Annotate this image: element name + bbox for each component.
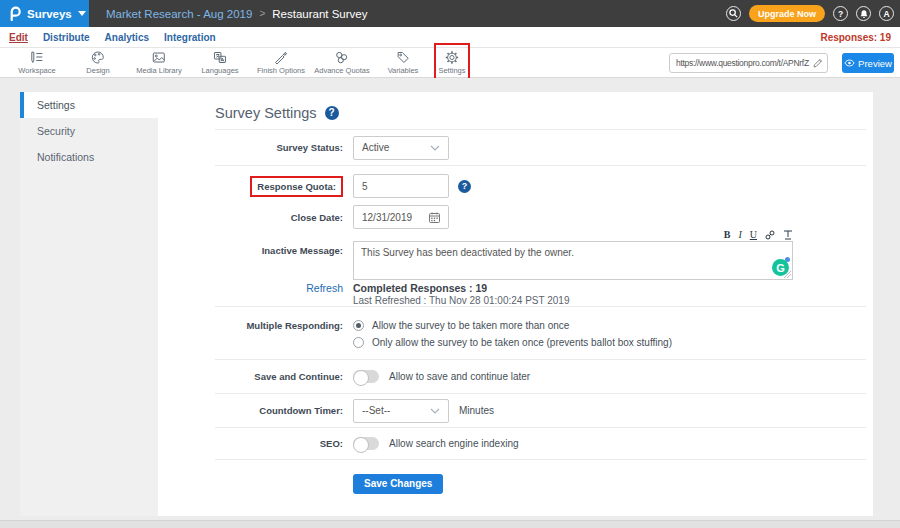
upgrade-now-button[interactable]: Upgrade Now bbox=[749, 5, 825, 22]
survey-toolbar: Workspace Design Media Library Languages… bbox=[0, 48, 900, 78]
settings-highlight-box bbox=[434, 43, 470, 80]
italic-icon[interactable]: I bbox=[738, 230, 741, 240]
seo-toggle[interactable] bbox=[353, 437, 379, 450]
page-title: Survey Settings bbox=[215, 105, 317, 121]
toolbar-item-languages[interactable]: Languages bbox=[201, 50, 238, 75]
nav-tab-edit[interactable]: Edit bbox=[9, 32, 28, 43]
refresh-link[interactable]: Refresh bbox=[215, 282, 343, 294]
page-body: Settings Security Notifications Survey S… bbox=[0, 78, 900, 528]
avatar[interactable]: A bbox=[879, 6, 894, 21]
survey-status-select[interactable]: Active bbox=[353, 136, 449, 160]
last-refreshed: Last Refreshed : Thu Nov 28 01:00:24 PST… bbox=[353, 295, 569, 306]
editor-toolbar: B I U bbox=[353, 229, 793, 240]
page-footer bbox=[0, 520, 900, 528]
toolbar-item-variables[interactable]: Variables bbox=[388, 50, 419, 75]
bold-icon[interactable]: B bbox=[724, 230, 731, 240]
close-date-input[interactable]: 12/31/2019 bbox=[353, 205, 449, 229]
settings-sidebar: Settings Security Notifications bbox=[20, 92, 158, 516]
topbar: Surveys Market Research - Aug 2019 > Res… bbox=[0, 0, 900, 27]
questionpro-logo-icon bbox=[8, 6, 21, 21]
help-button[interactable]: ? bbox=[833, 6, 848, 21]
multiple-responding-label: Multiple Responding: bbox=[215, 320, 343, 331]
countdown-timer-label: Countdown Timer: bbox=[215, 405, 343, 416]
chevron-down-icon bbox=[430, 408, 440, 414]
search-icon[interactable] bbox=[726, 6, 741, 21]
settings-panel: Survey Settings ? Survey Status: Active … bbox=[158, 92, 873, 516]
close-date-label: Close Date: bbox=[215, 212, 343, 223]
sidebar-item-settings[interactable]: Settings bbox=[20, 92, 158, 118]
resize-handle[interactable] bbox=[784, 271, 791, 278]
radio-once-only[interactable] bbox=[353, 337, 364, 348]
survey-status-label: Survey Status: bbox=[215, 142, 343, 153]
edit-url-pencil-icon[interactable] bbox=[813, 58, 823, 68]
toolbar-item-design[interactable]: Design bbox=[86, 50, 109, 75]
breadcrumb: Market Research - Aug 2019 > Restaurant … bbox=[106, 8, 367, 20]
inactive-message-label: Inactive Message: bbox=[215, 245, 343, 256]
response-quota-label: Response Quota: bbox=[215, 176, 343, 197]
design-palette-icon bbox=[90, 50, 105, 65]
completed-responses: Completed Responses : 19 bbox=[353, 282, 569, 294]
finish-options-icon bbox=[274, 50, 289, 65]
media-library-icon bbox=[152, 50, 167, 65]
save-continue-label: Save and Continue: bbox=[215, 371, 343, 382]
sidebar-item-security[interactable]: Security bbox=[20, 118, 158, 144]
seo-label: SEO: bbox=[215, 438, 343, 449]
notifications-bell-icon[interactable] bbox=[856, 6, 871, 21]
response-quota-input[interactable]: 5 bbox=[353, 174, 449, 198]
nav-tab-integration[interactable]: Integration bbox=[164, 32, 216, 43]
breadcrumb-separator: > bbox=[259, 8, 265, 19]
underline-icon[interactable]: U bbox=[750, 230, 757, 240]
workspace-icon bbox=[29, 50, 44, 65]
inactive-message-textarea[interactable]: This Survey has been deactivated by the … bbox=[353, 241, 793, 280]
save-changes-button[interactable]: Save Changes bbox=[353, 474, 443, 494]
variables-tag-icon bbox=[396, 50, 411, 65]
nav-tab-distribute[interactable]: Distribute bbox=[43, 32, 90, 43]
survey-url-field[interactable]: https://www.questionpro.com/t/APNrfZ bbox=[669, 53, 828, 73]
toolbar-item-finish-options[interactable]: Finish Options bbox=[257, 50, 305, 75]
chevron-down-icon bbox=[78, 11, 86, 16]
radio-multiple-allowed[interactable] bbox=[353, 320, 364, 331]
breadcrumb-page-name: Restaurant Survey bbox=[272, 8, 367, 20]
calendar-icon bbox=[429, 212, 440, 223]
toolbar-item-media-library[interactable]: Media Library bbox=[136, 50, 181, 75]
toolbar-item-advance-quotas[interactable]: Advance Quotas bbox=[314, 50, 369, 75]
chevron-down-icon bbox=[430, 145, 440, 151]
remove-format-icon[interactable] bbox=[783, 230, 793, 240]
save-continue-toggle[interactable] bbox=[353, 370, 379, 383]
advance-quotas-icon bbox=[334, 50, 349, 65]
toolbar-item-workspace[interactable]: Workspace bbox=[18, 50, 55, 75]
sidebar-item-notifications[interactable]: Notifications bbox=[20, 144, 158, 170]
brand-label: Surveys bbox=[27, 8, 72, 20]
countdown-timer-select[interactable]: --Set-- bbox=[353, 399, 449, 423]
preview-button[interactable]: Preview bbox=[842, 53, 894, 73]
eye-icon bbox=[844, 59, 855, 67]
brand-surveys-menu[interactable]: Surveys bbox=[0, 0, 89, 27]
quota-help-icon[interactable]: ? bbox=[458, 180, 471, 193]
languages-icon bbox=[213, 50, 228, 65]
title-help-icon[interactable]: ? bbox=[325, 106, 339, 120]
link-icon[interactable] bbox=[765, 230, 775, 240]
survey-url-text: https://www.questionpro.com/t/APNrfZ bbox=[676, 58, 813, 68]
breadcrumb-survey-name[interactable]: Market Research - Aug 2019 bbox=[106, 8, 252, 20]
nav-tab-analytics[interactable]: Analytics bbox=[105, 32, 149, 43]
responses-count[interactable]: Responses: 19 bbox=[820, 32, 891, 43]
